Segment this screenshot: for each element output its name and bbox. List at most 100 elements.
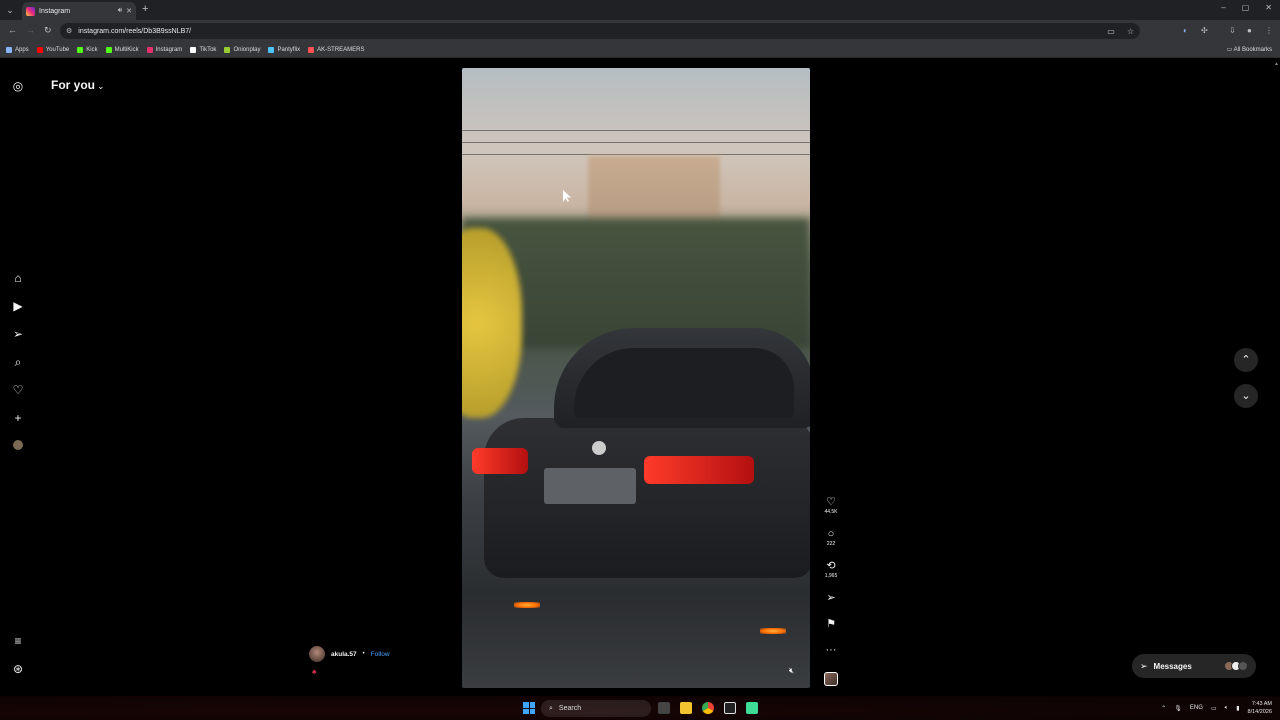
send-icon: ➢	[1140, 660, 1148, 671]
reel-author: akula.57 • Follow	[309, 646, 390, 662]
bookmark-favicon-icon	[6, 46, 12, 53]
mute-icon[interactable]: 🔇︎	[789, 666, 794, 676]
send-icon[interactable]: ➢	[10, 326, 26, 342]
chrome-icon[interactable]	[702, 702, 714, 714]
site-info-icon[interactable]: ⚙	[66, 27, 72, 35]
reels-icon[interactable]: ▶	[10, 298, 26, 314]
battery-icon[interactable]: ▮	[1236, 705, 1239, 712]
previous-reel-button[interactable]: ⌃	[1234, 348, 1258, 372]
sidebar-nav: ◎ ⌂ ▶ ➢ ⌕ ♡ + ≡ ⊛	[0, 59, 36, 696]
speaker-icon[interactable]: 🔊︎	[118, 7, 122, 15]
language-indicator[interactable]: ENG	[1190, 705, 1203, 711]
tab-search-icon[interactable]: ⌄	[4, 4, 16, 16]
scroll-up-icon[interactable]: ▲	[1274, 61, 1279, 67]
car-body	[484, 418, 810, 578]
repost-action[interactable]: ⟲ 1,965	[822, 560, 840, 579]
bookmark-item[interactable]: Apps	[6, 46, 29, 53]
bookmark-label: Onionplay	[233, 46, 261, 53]
reload-icon[interactable]: ↻	[44, 25, 52, 36]
task-view-icon[interactable]	[658, 702, 670, 714]
bookmark-item[interactable]: AK-STREAMERS	[308, 46, 365, 53]
new-tab-button[interactable]: +	[142, 3, 148, 15]
audio-thumbnail[interactable]	[824, 672, 838, 686]
all-bookmarks[interactable]: ▭ All Bookmarks	[1227, 46, 1272, 53]
back-icon[interactable]: ←	[8, 25, 17, 35]
repost-icon: ⟲	[826, 560, 836, 572]
profile-icon[interactable]: ●	[1247, 26, 1252, 35]
power-line	[462, 154, 810, 155]
profile-avatar[interactable]	[10, 438, 26, 454]
threads-icon[interactable]: ⊛	[10, 661, 26, 677]
messages-button[interactable]: ➢ Messages	[1132, 654, 1256, 678]
next-reel-button[interactable]: ⌄	[1234, 384, 1258, 408]
comment-icon: ○	[827, 528, 835, 540]
share-action[interactable]: ➢	[822, 592, 840, 604]
like-action[interactable]: ♡ 44.5K	[822, 496, 840, 515]
menu-icon[interactable]: ≡	[10, 633, 26, 649]
message-avatars	[1224, 661, 1248, 671]
rose-emoji-icon: ♣	[312, 669, 317, 676]
feed-selector[interactable]: For you ⌄	[51, 78, 105, 92]
heart-icon[interactable]: ♡	[10, 382, 26, 398]
comment-action[interactable]: ○ 222	[822, 528, 840, 547]
bookmark-item[interactable]: Instagram	[146, 46, 182, 53]
window-controls: – ▢ ✕	[1221, 3, 1272, 12]
clock[interactable]: 7:43 AM 8/14/2026	[1248, 700, 1272, 716]
follow-button[interactable]: Follow	[371, 651, 390, 658]
browser-toolbar: ← → ↻ ⚙ instagram.com/reels/Db3B9ssNLB7/…	[0, 20, 1280, 42]
sparks	[760, 628, 786, 634]
address-bar[interactable]: ⚙ instagram.com/reels/Db3B9ssNLB7/ ▭ ☆	[60, 23, 1140, 39]
app-icon[interactable]	[746, 702, 758, 714]
bookmark-item[interactable]: Pantyflix	[268, 46, 300, 53]
close-window-button[interactable]: ✕	[1265, 3, 1272, 12]
forward-icon[interactable]: →	[26, 25, 35, 35]
bookmark-favicon-icon	[77, 46, 84, 53]
reel-video[interactable]: 🔇︎	[462, 68, 810, 688]
file-explorer-icon[interactable]	[680, 702, 692, 714]
car-taillight-right	[644, 456, 754, 484]
create-icon[interactable]: +	[10, 410, 26, 426]
windows-start-icon[interactable]	[523, 702, 535, 714]
bookmark-item[interactable]: MultiKick	[105, 46, 139, 53]
bookmark-favicon-icon	[308, 46, 315, 53]
bookmark-star-icon[interactable]: ☆	[1127, 27, 1134, 36]
car-license-plate	[544, 468, 636, 504]
extension-icon[interactable]: ◐	[1183, 26, 1188, 35]
tab-instagram[interactable]: Instagram 🔊︎ ✕	[22, 2, 136, 20]
instagram-logo-icon[interactable]: ◎	[10, 78, 26, 94]
bookmark-item[interactable]: Onionplay	[224, 46, 261, 53]
volume-icon[interactable]: 🔈︎	[1225, 705, 1229, 712]
author-username[interactable]: akula.57	[331, 651, 357, 658]
messages-label: Messages	[1153, 661, 1192, 671]
bookmarks-bar: Apps YouTube Kick MultiKick Instagram TikTok O…	[0, 42, 1280, 58]
browser-menu-icon[interactable]: ⋮	[1265, 26, 1273, 35]
separator: •	[362, 651, 365, 657]
url-text[interactable]: instagram.com/reels/Db3B9ssNLB7/	[78, 28, 1101, 35]
bookmark-item[interactable]: YouTube	[36, 46, 69, 53]
chevron-up-icon[interactable]: ⌃	[1161, 705, 1166, 712]
microphone-icon[interactable]: 🎙︎	[1174, 705, 1182, 712]
car	[472, 328, 810, 618]
instagram-favicon-icon	[26, 6, 35, 16]
bookmark-item[interactable]: Kick	[77, 46, 98, 53]
scrollbar[interactable]: ▲	[1274, 61, 1279, 691]
maximize-button[interactable]: ▢	[1242, 3, 1250, 12]
tab-strip: ⌄ Instagram 🔊︎ ✕ + – ▢ ✕	[0, 0, 1280, 20]
close-tab-icon[interactable]: ✕	[126, 7, 132, 15]
network-icon[interactable]: ▭	[1211, 705, 1217, 712]
extensions-puzzle-icon[interactable]: ✣	[1201, 26, 1208, 35]
app-icon[interactable]	[724, 702, 736, 714]
home-icon[interactable]: ⌂	[10, 270, 26, 286]
downloads-icon[interactable]: ⇩	[1229, 26, 1236, 35]
cast-icon[interactable]: ▭	[1107, 27, 1115, 36]
bookmark-item[interactable]: TikTok	[190, 46, 216, 53]
more-options[interactable]: ···	[822, 644, 840, 656]
taskbar-search[interactable]: ⌕ Search	[541, 700, 651, 717]
bookmark-icon: ⚑	[826, 618, 836, 630]
minimize-button[interactable]: –	[1221, 3, 1225, 12]
save-action[interactable]: ⚑	[822, 618, 840, 630]
search-icon[interactable]: ⌕	[10, 354, 26, 370]
bookmark-favicon-icon	[146, 46, 153, 53]
author-avatar[interactable]	[309, 646, 325, 662]
like-count: 44.5K	[824, 509, 838, 515]
